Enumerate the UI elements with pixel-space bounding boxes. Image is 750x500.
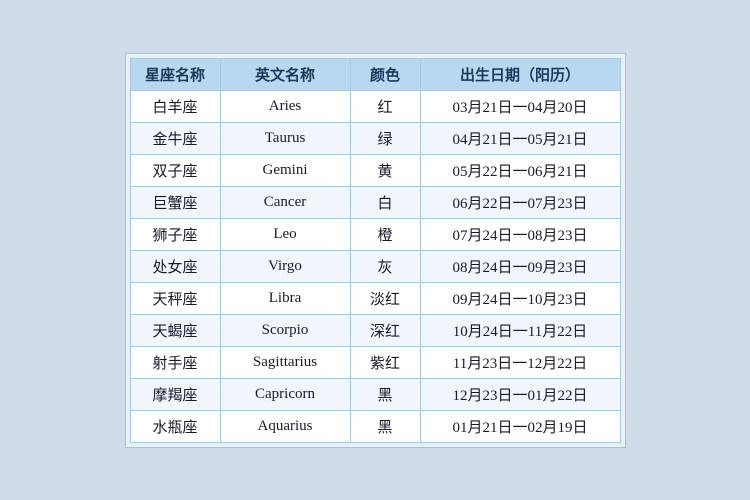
cell-chinese: 射手座 — [130, 346, 220, 378]
cell-chinese: 双子座 — [130, 154, 220, 186]
cell-date: 12月23日一01月22日 — [420, 378, 620, 410]
table-row: 射手座Sagittarius紫红11月23日一12月22日 — [130, 346, 620, 378]
cell-chinese: 白羊座 — [130, 90, 220, 122]
table-row: 金牛座Taurus绿04月21日一05月21日 — [130, 122, 620, 154]
cell-date: 05月22日一06月21日 — [420, 154, 620, 186]
cell-color: 黄 — [350, 154, 420, 186]
cell-color: 灰 — [350, 250, 420, 282]
header-date: 出生日期（阳历） — [420, 58, 620, 90]
cell-english: Scorpio — [220, 314, 350, 346]
table-row: 摩羯座Capricorn黑12月23日一01月22日 — [130, 378, 620, 410]
cell-english: Sagittarius — [220, 346, 350, 378]
header-chinese: 星座名称 — [130, 58, 220, 90]
zodiac-table-container: 星座名称 英文名称 颜色 出生日期（阳历） 白羊座Aries红03月21日一04… — [125, 53, 626, 448]
table-row: 狮子座Leo橙07月24日一08月23日 — [130, 218, 620, 250]
cell-date: 09月24日一10月23日 — [420, 282, 620, 314]
cell-color: 橙 — [350, 218, 420, 250]
cell-chinese: 金牛座 — [130, 122, 220, 154]
cell-english: Libra — [220, 282, 350, 314]
cell-english: Aries — [220, 90, 350, 122]
cell-chinese: 摩羯座 — [130, 378, 220, 410]
cell-english: Gemini — [220, 154, 350, 186]
cell-english: Taurus — [220, 122, 350, 154]
cell-color: 紫红 — [350, 346, 420, 378]
cell-date: 10月24日一11月22日 — [420, 314, 620, 346]
cell-english: Cancer — [220, 186, 350, 218]
cell-english: Leo — [220, 218, 350, 250]
table-row: 巨蟹座Cancer白06月22日一07月23日 — [130, 186, 620, 218]
cell-english: Virgo — [220, 250, 350, 282]
cell-date: 03月21日一04月20日 — [420, 90, 620, 122]
cell-date: 04月21日一05月21日 — [420, 122, 620, 154]
cell-chinese: 巨蟹座 — [130, 186, 220, 218]
cell-chinese: 天秤座 — [130, 282, 220, 314]
cell-date: 06月22日一07月23日 — [420, 186, 620, 218]
table-row: 天蝎座Scorpio深红10月24日一11月22日 — [130, 314, 620, 346]
table-row: 水瓶座Aquarius黑01月21日一02月19日 — [130, 410, 620, 442]
cell-date: 01月21日一02月19日 — [420, 410, 620, 442]
header-color: 颜色 — [350, 58, 420, 90]
cell-english: Capricorn — [220, 378, 350, 410]
cell-date: 11月23日一12月22日 — [420, 346, 620, 378]
cell-color: 绿 — [350, 122, 420, 154]
cell-date: 08月24日一09月23日 — [420, 250, 620, 282]
cell-color: 淡红 — [350, 282, 420, 314]
table-header-row: 星座名称 英文名称 颜色 出生日期（阳历） — [130, 58, 620, 90]
cell-color: 白 — [350, 186, 420, 218]
cell-date: 07月24日一08月23日 — [420, 218, 620, 250]
table-row: 双子座Gemini黄05月22日一06月21日 — [130, 154, 620, 186]
cell-chinese: 处女座 — [130, 250, 220, 282]
cell-color: 深红 — [350, 314, 420, 346]
cell-color: 黑 — [350, 378, 420, 410]
table-row: 处女座Virgo灰08月24日一09月23日 — [130, 250, 620, 282]
zodiac-table: 星座名称 英文名称 颜色 出生日期（阳历） 白羊座Aries红03月21日一04… — [130, 58, 621, 443]
header-english: 英文名称 — [220, 58, 350, 90]
table-row: 天秤座Libra淡红09月24日一10月23日 — [130, 282, 620, 314]
cell-color: 黑 — [350, 410, 420, 442]
cell-color: 红 — [350, 90, 420, 122]
table-row: 白羊座Aries红03月21日一04月20日 — [130, 90, 620, 122]
cell-chinese: 天蝎座 — [130, 314, 220, 346]
cell-english: Aquarius — [220, 410, 350, 442]
cell-chinese: 水瓶座 — [130, 410, 220, 442]
cell-chinese: 狮子座 — [130, 218, 220, 250]
